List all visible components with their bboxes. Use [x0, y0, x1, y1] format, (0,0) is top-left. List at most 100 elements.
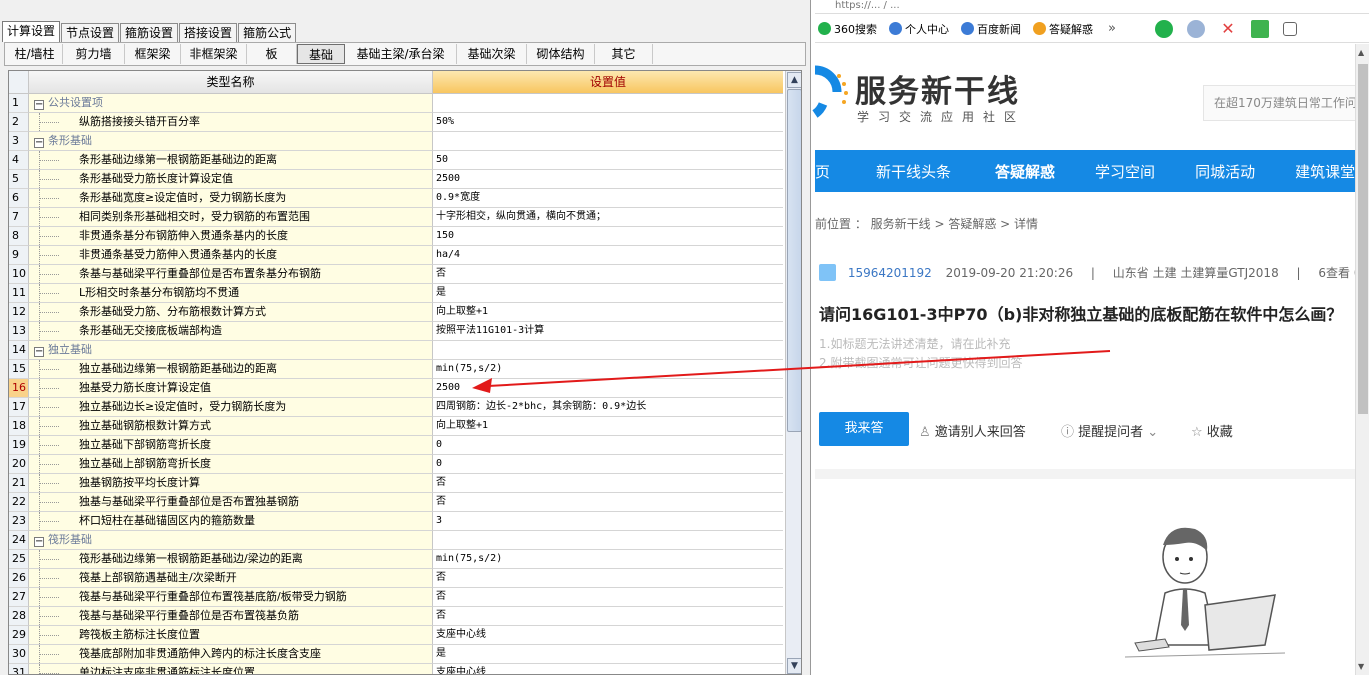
scroll-down-icon[interactable]: ▼	[787, 658, 801, 674]
scroll-down-icon[interactable]: ▼	[1358, 662, 1364, 671]
translate-icon[interactable]	[1250, 19, 1269, 38]
row-number[interactable]: 13	[9, 322, 29, 341]
row-value[interactable]: 50	[433, 151, 783, 170]
row-name-cell[interactable]: 条形基础无交接底板端部构造	[29, 322, 433, 341]
row-number[interactable]: 27	[9, 588, 29, 607]
row-value[interactable]	[433, 531, 783, 550]
row-name-cell[interactable]: − 独立基础	[29, 341, 433, 360]
bookmark-item[interactable]: 百度新闻	[961, 21, 1021, 37]
tab-main-2[interactable]: 箍筋设置	[120, 23, 179, 42]
collapse-icon[interactable]: −	[34, 138, 44, 148]
search-input[interactable]: 在超170万建筑日常工作问	[1203, 85, 1369, 121]
table-row[interactable]: 14− 独立基础	[9, 341, 783, 360]
user-link[interactable]: 15964201192	[848, 266, 932, 280]
row-number[interactable]: 17	[9, 398, 29, 417]
avatar[interactable]	[819, 264, 836, 281]
row-value[interactable]: 0.9*宽度	[433, 189, 783, 208]
collapse-icon[interactable]: −	[34, 100, 44, 110]
row-number[interactable]: 12	[9, 303, 29, 322]
row-name-cell[interactable]: 条基与基础梁平行重叠部位是否布置条基分布钢筋	[29, 265, 433, 284]
row-number[interactable]: 3	[9, 132, 29, 151]
row-name-cell[interactable]: 独立基础钢筋根数计算方式	[29, 417, 433, 436]
bookmarks-more-icon[interactable]: »	[1108, 21, 1116, 36]
row-value[interactable]: 是	[433, 284, 783, 303]
row-value[interactable]: 按照平法11G101-3计算	[433, 322, 783, 341]
scroll-thumb[interactable]	[787, 89, 801, 432]
row-value[interactable]: 否	[433, 265, 783, 284]
row-value[interactable]: 向上取整+1	[433, 303, 783, 322]
row-name-cell[interactable]: L形相交时条基分布钢筋均不贯通	[29, 284, 433, 303]
row-name-cell[interactable]: − 公共设置项	[29, 94, 433, 113]
table-row[interactable]: 7 相同类别条形基础相交时，受力钢筋的布置范围 十字形相交，纵向贯通，横向不贯通；	[9, 208, 783, 227]
row-name-cell[interactable]: 单边标注支座非贯通筋标注长度位置	[29, 664, 433, 674]
table-row[interactable]: 20 独立基础上部钢筋弯折长度 0	[9, 455, 783, 474]
address-bar[interactable]: https://... / ...	[815, 0, 1369, 14]
tab-sub-2[interactable]: 框架梁	[125, 44, 181, 64]
table-row[interactable]: 26 筏基上部钢筋遇基础主/次梁断开 否	[9, 569, 783, 588]
row-value[interactable]: 否	[433, 474, 783, 493]
row-number[interactable]: 9	[9, 246, 29, 265]
table-row[interactable]: 21 独基钢筋按平均长度计算 否	[9, 474, 783, 493]
row-number[interactable]: 11	[9, 284, 29, 303]
row-value[interactable]: ha/4	[433, 246, 783, 265]
nav-item-1[interactable]: 新干线头条	[876, 161, 951, 182]
table-row[interactable]: 18 独立基础钢筋根数计算方式 向上取整+1	[9, 417, 783, 436]
table-row[interactable]: 1− 公共设置项	[9, 94, 783, 113]
row-value[interactable]: 50%	[433, 113, 783, 132]
invite-answer-button[interactable]: ♙ 邀请别人来回答	[919, 421, 1026, 440]
table-row[interactable]: 10 条基与基础梁平行重叠部位是否布置条基分布钢筋 否	[9, 265, 783, 284]
row-number[interactable]: 6	[9, 189, 29, 208]
table-row[interactable]: 15 独立基础边缘第一根钢筋距基础边的距离 min(75,s/2)	[9, 360, 783, 379]
row-value[interactable]: 3	[433, 512, 783, 531]
row-number[interactable]: 21	[9, 474, 29, 493]
remind-asker-button[interactable]: ⓘ 提醒提问者 ⌄	[1061, 421, 1158, 440]
row-number[interactable]: 30	[9, 645, 29, 664]
table-row[interactable]: 11 L形相交时条基分布钢筋均不贯通 是	[9, 284, 783, 303]
nav-item-0[interactable]: 页	[815, 161, 830, 182]
tab-sub-8[interactable]: 砌体结构	[527, 44, 595, 64]
tab-main-1[interactable]: 节点设置	[61, 23, 120, 42]
table-row[interactable]: 2 纵筋搭接接头错开百分率 50%	[9, 113, 783, 132]
table-row[interactable]: 6 条形基础宽度≥设定值时，受力钢筋长度为 0.9*宽度	[9, 189, 783, 208]
row-name-cell[interactable]: 杯口短柱在基础锚固区内的箍筋数量	[29, 512, 433, 531]
extension-icon[interactable]	[1282, 21, 1297, 36]
row-number[interactable]: 28	[9, 607, 29, 626]
table-row[interactable]: 31 单边标注支座非贯通筋标注长度位置 支座中心线	[9, 664, 783, 674]
tab-sub-4[interactable]: 板	[247, 44, 297, 64]
table-row[interactable]: 27 筏基与基础梁平行重叠部位布置筏基底筋/板带受力钢筋 否	[9, 588, 783, 607]
grid-scrollbar[interactable]: ▲ ▼	[785, 71, 801, 674]
row-number[interactable]: 24	[9, 531, 29, 550]
row-number[interactable]: 8	[9, 227, 29, 246]
tab-sub-1[interactable]: 剪力墙	[63, 44, 125, 64]
row-value[interactable]: 否	[433, 588, 783, 607]
row-value[interactable]: min(75,s/2)	[433, 550, 783, 569]
table-row[interactable]: 17 独立基础边长≥设定值时，受力钢筋长度为 四周钢筋：边长-2*bhc，其余钢筋：…	[9, 398, 783, 417]
table-row[interactable]: 30 筏基底部附加非贯通筋伸入跨内的标注长度含支座 是	[9, 645, 783, 664]
row-number[interactable]: 15	[9, 360, 29, 379]
row-number[interactable]: 23	[9, 512, 29, 531]
row-number[interactable]: 2	[9, 113, 29, 132]
collapse-icon[interactable]: −	[34, 347, 44, 357]
row-value[interactable]: 150	[433, 227, 783, 246]
header-type-name[interactable]: 类型名称	[29, 71, 433, 94]
table-row[interactable]: 5 条形基础受力筋长度计算设定值 2500	[9, 170, 783, 189]
row-name-cell[interactable]: 筏基与基础梁平行重叠部位布置筏基底筋/板带受力钢筋	[29, 588, 433, 607]
nav-item-3[interactable]: 学习空间	[1095, 161, 1155, 182]
row-number[interactable]: 25	[9, 550, 29, 569]
row-name-cell[interactable]: 纵筋搭接接头错开百分率	[29, 113, 433, 132]
row-name-cell[interactable]: 条形基础边缘第一根钢筋距基础边的距离	[29, 151, 433, 170]
row-value[interactable]: min(75,s/2)	[433, 360, 783, 379]
header-setting-value[interactable]: 设置值	[433, 71, 783, 94]
row-number[interactable]: 22	[9, 493, 29, 512]
row-name-cell[interactable]: 跨筏板主筋标注长度位置	[29, 626, 433, 645]
row-number[interactable]: 10	[9, 265, 29, 284]
table-row[interactable]: 12 条形基础受力筋、分布筋根数计算方式 向上取整+1	[9, 303, 783, 322]
page-scroll-thumb[interactable]	[1358, 64, 1368, 414]
row-value[interactable]: 向上取整+1	[433, 417, 783, 436]
row-name-cell[interactable]: 独立基础边缘第一根钢筋距基础边的距离	[29, 360, 433, 379]
row-number[interactable]: 14	[9, 341, 29, 360]
row-name-cell[interactable]: 非贯通条基受力筋伸入贯通条基内的长度	[29, 246, 433, 265]
minus-icon[interactable]	[1186, 19, 1205, 38]
close-x-icon[interactable]: ✕	[1219, 19, 1237, 38]
row-number[interactable]: 5	[9, 170, 29, 189]
